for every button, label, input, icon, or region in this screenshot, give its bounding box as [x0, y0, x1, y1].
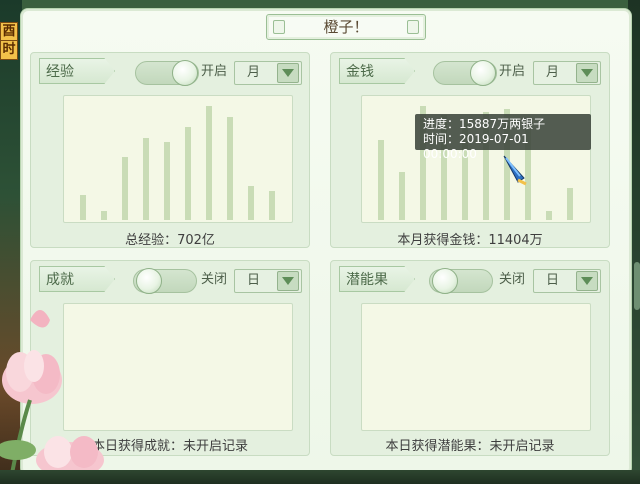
scrollbar-thumb[interactable] — [634, 262, 640, 310]
exp-chart — [63, 95, 293, 223]
panel-exp: 经验 开启 月 总经验：702亿 — [30, 52, 310, 248]
potential-chart — [361, 303, 591, 431]
lotus-decoration-icon — [0, 310, 104, 484]
potential-toggle-knob — [432, 268, 458, 294]
exp-toggle[interactable] — [135, 60, 199, 86]
exp-chart-bar[interactable] — [143, 138, 149, 220]
feather-cursor-icon — [503, 155, 527, 186]
panel-potential: 潜能果 关闭 日 本日获得潜能果：未开启记录 — [330, 260, 610, 456]
potential-period-select[interactable]: 日 — [533, 269, 601, 293]
money-chart-bar[interactable] — [378, 140, 384, 220]
money-tooltip: 进度：15887万两银子 时间：2019-07-01 00:00:00 — [415, 114, 591, 161]
exp-chart-bar[interactable] — [164, 142, 170, 220]
exp-chart-bar[interactable] — [122, 157, 128, 220]
potential-toggle[interactable] — [429, 268, 493, 294]
money-chart-bar[interactable] — [567, 188, 573, 220]
panel-money-label: 金钱 — [339, 58, 415, 84]
exp-chart-bar[interactable] — [185, 127, 191, 220]
chevron-down-icon[interactable] — [576, 271, 598, 291]
title-corner-right — [407, 20, 419, 34]
title-corner-left — [273, 20, 285, 34]
chevron-down-icon[interactable] — [576, 63, 598, 83]
exp-chart-bar[interactable] — [227, 117, 233, 220]
game-bottom-bar — [0, 470, 640, 484]
money-toggle-label: 开启 — [499, 64, 526, 79]
panel-potential-label: 潜能果 — [339, 266, 415, 292]
chevron-down-icon[interactable] — [277, 271, 299, 291]
panel-exp-label: 经验 — [39, 58, 115, 84]
money-toggle[interactable] — [433, 60, 497, 86]
achievement-period-value: 日 — [247, 273, 261, 288]
achievement-toggle-label: 关闭 — [201, 272, 228, 287]
exp-toggle-knob — [172, 60, 198, 86]
exp-toggle-label: 开启 — [201, 64, 228, 79]
money-chart-bar[interactable] — [546, 211, 552, 220]
exp-chart-bar[interactable] — [269, 191, 275, 220]
tooltip-progress: 进度：15887万两银子 — [423, 117, 546, 131]
achievement-toggle[interactable] — [133, 268, 197, 294]
exp-period-select[interactable]: 月 — [234, 61, 302, 85]
money-period-select[interactable]: 月 — [533, 61, 601, 85]
exp-chart-bar[interactable] — [101, 211, 107, 220]
panel-achievement-label: 成就 — [39, 266, 115, 292]
achievement-period-select[interactable]: 日 — [234, 269, 302, 293]
exp-chart-bar[interactable] — [248, 186, 254, 220]
money-chart-bar[interactable] — [399, 172, 405, 220]
exp-chart-bar[interactable] — [80, 195, 86, 220]
side-tag-shi: 时 — [0, 40, 18, 60]
window-title-text: 橙子！ — [323, 18, 369, 36]
window-title: 橙子！ — [266, 14, 426, 40]
exp-period-value: 月 — [247, 65, 261, 80]
money-caption: 本月获得金钱：11404万 — [397, 233, 543, 248]
exp-caption: 总经验：702亿 — [125, 233, 215, 248]
money-period-value: 月 — [546, 65, 560, 80]
money-toggle-knob — [470, 60, 496, 86]
achievement-toggle-knob — [136, 268, 162, 294]
chevron-down-icon[interactable] — [277, 63, 299, 83]
potential-caption: 本日获得潜能果：未开启记录 — [385, 439, 555, 454]
potential-period-value: 日 — [546, 273, 560, 288]
potential-toggle-label: 关闭 — [499, 272, 526, 287]
exp-chart-bar[interactable] — [206, 106, 212, 220]
